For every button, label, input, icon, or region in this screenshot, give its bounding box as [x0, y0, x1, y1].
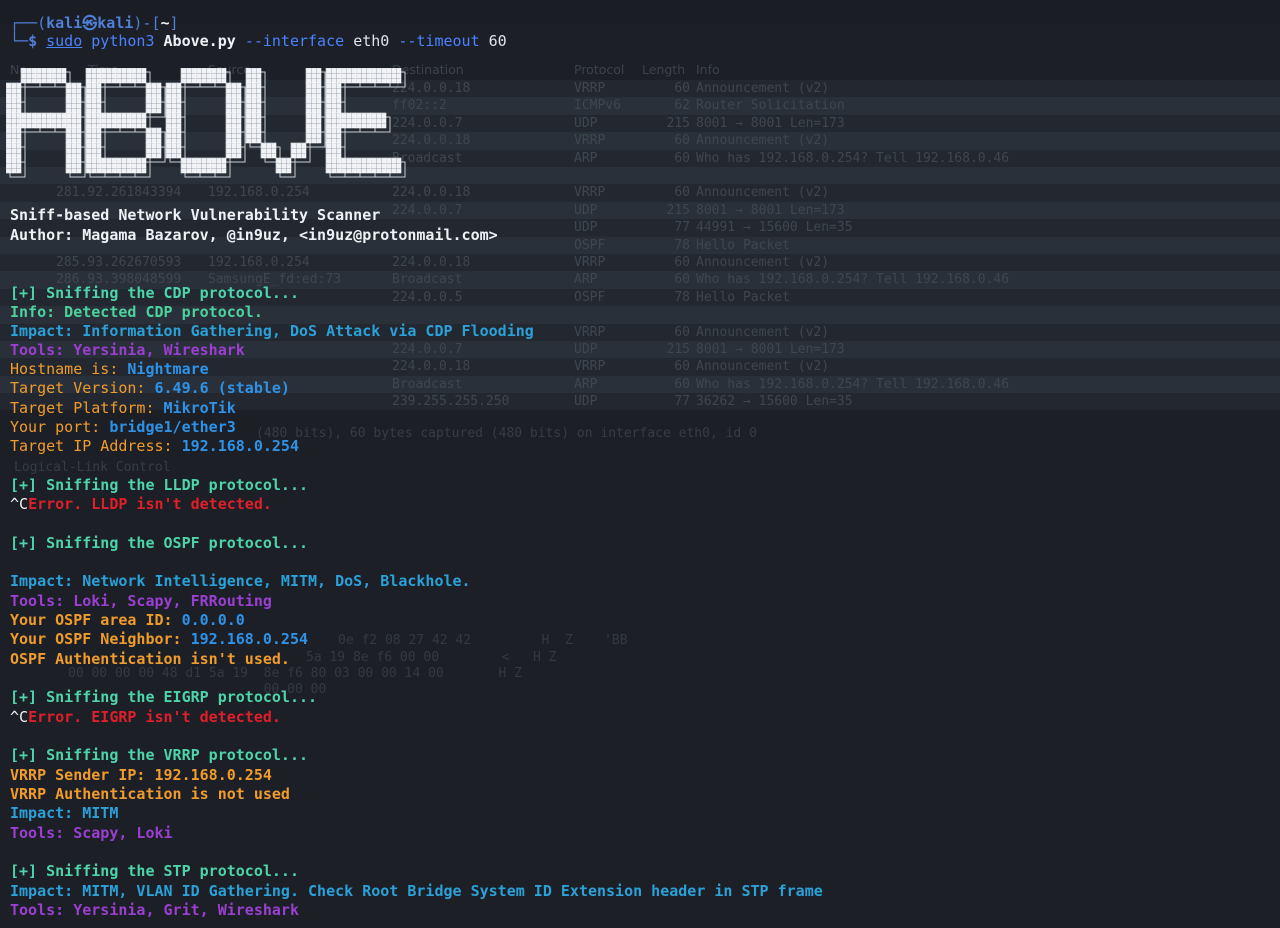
ip-value: 192.168.0.254: [181, 437, 299, 455]
ospf-impact-line: Impact: Network Intelligence, MITM, DoS,…: [10, 572, 471, 590]
cdp-version-line: Target Version: 6.49.6 (stable): [10, 379, 290, 397]
command-interpreter: python3: [91, 32, 155, 50]
neighbor-value: 192.168.0.254: [190, 630, 309, 648]
platform-value: MikroTik: [163, 399, 236, 417]
command-line[interactable]: └─$ sudo python3 Above.py --interface et…: [10, 32, 507, 50]
cdp-sniffing-line: [+] Sniffing the CDP protocol...: [10, 284, 299, 302]
version-value: 6.49.6 (stable): [154, 379, 290, 397]
command-flag-interface: --interface: [244, 32, 345, 50]
command-flag-timeout: --timeout: [398, 32, 480, 50]
terminal-output: ┌──(kali㉿kali)-[~] └─$ sudo python3 Abov…: [0, 0, 1280, 928]
prompt-host: kali: [97, 14, 134, 32]
prompt-at-symbol: ㉿: [82, 14, 98, 32]
command-arg-timeout: 60: [488, 32, 507, 50]
cdp-ip-line: Target IP Address: 192.168.0.254: [10, 437, 299, 455]
vrrp-sniffing-line: [+] Sniffing the VRRP protocol...: [10, 746, 309, 764]
stp-sniffing-line: [+] Sniffing the STP protocol...: [10, 862, 299, 880]
stp-impact-line: Impact: MITM, VLAN ID Gathering. Check R…: [10, 882, 823, 900]
command-sudo: sudo: [46, 32, 83, 50]
banner-subtitle: Sniff-based Network Vulnerability Scanne…: [10, 206, 381, 224]
stp-tools-line: Tools: Yersinia, Grit, Wireshark: [10, 901, 299, 919]
vrrp-impact-line: Impact: MITM: [10, 804, 119, 822]
ospf-auth-line: OSPF Authentication isn't used.: [10, 650, 290, 668]
cdp-port-line: Your port: bridge1/ether3: [10, 418, 236, 436]
ospf-area-line: Your OSPF area ID: 0.0.0.0: [10, 611, 245, 629]
cdp-impact-line: Impact: Information Gathering, DoS Attac…: [10, 322, 534, 340]
area-value: 0.0.0.0: [181, 611, 245, 629]
cdp-info-line: Info: Detected CDP protocol.: [10, 303, 263, 321]
prompt-user: kali: [46, 14, 83, 32]
vrrp-auth-line: VRRP Authentication is not used: [10, 785, 290, 803]
prompt-cwd: ~: [160, 14, 170, 32]
eigrp-error-line: ^CError. EIGRP isn't detected.: [10, 708, 281, 726]
cdp-hostname-line: Hostname is: Nightmare: [10, 360, 209, 378]
command-arg-interface: eth0: [353, 32, 390, 50]
cdp-tools-line: Tools: Yersinia, Wireshark: [10, 341, 245, 359]
ospf-neighbor-line: Your OSPF Neighbor: 192.168.0.254: [10, 630, 309, 648]
port-value: bridge1/ether3: [109, 418, 236, 436]
lldp-error-line: ^CError. LLDP isn't detected.: [10, 495, 272, 513]
prompt-header: ┌──(kali㉿kali)-[~]: [10, 14, 179, 32]
ospf-sniffing-line: [+] Sniffing the OSPF protocol...: [10, 534, 309, 552]
cdp-platform-line: Target Platform: MikroTik: [10, 399, 236, 417]
lldp-sniffing-line: [+] Sniffing the LLDP protocol...: [10, 476, 309, 494]
command-script: Above.py: [163, 32, 236, 50]
ospf-tools-line: Tools: Loki, Scapy, FRRouting: [10, 592, 272, 610]
prompt-dollar: $: [28, 32, 38, 50]
hostname-value: Nightmare: [127, 360, 209, 378]
vrrp-sender-line: VRRP Sender IP: 192.168.0.254: [10, 766, 272, 784]
vrrp-tools-line: Tools: Scapy, Loki: [10, 824, 173, 842]
above-logo: [6, 68, 406, 178]
banner-author: Author: Magama Bazarov, @in9uz, <in9uz@p…: [10, 226, 498, 244]
eigrp-sniffing-line: [+] Sniffing the EIGRP protocol...: [10, 688, 318, 706]
